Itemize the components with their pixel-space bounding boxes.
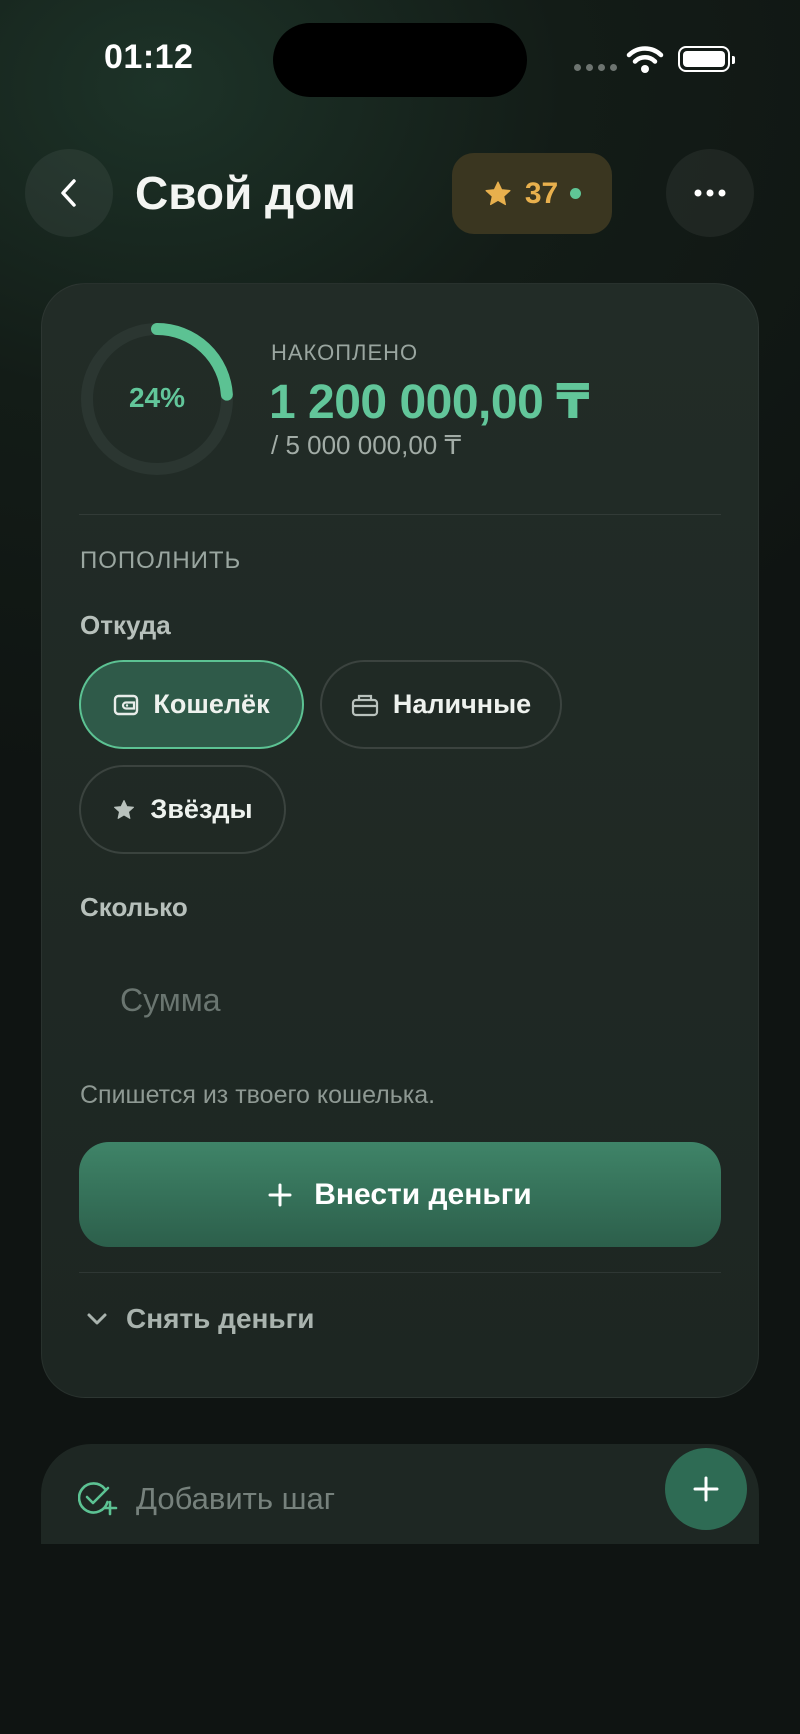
- divider: [79, 1272, 721, 1273]
- page-title: Свой дом: [135, 167, 356, 219]
- stars-badge[interactable]: 37: [452, 153, 612, 234]
- divider: [79, 514, 721, 515]
- saved-amount: 1 200 000,00 ₸: [269, 376, 590, 429]
- source-chip-stars[interactable]: Звёзды: [79, 765, 286, 854]
- wifi-icon: [626, 46, 664, 73]
- star-icon: [485, 181, 511, 205]
- plus-icon: [693, 1476, 719, 1502]
- deposit-button[interactable]: Внести деньги: [79, 1142, 721, 1247]
- add-task-icon: [78, 1482, 118, 1516]
- status-time: 01:12: [104, 38, 194, 76]
- saved-caption: НАКОПЛЕНО: [271, 340, 419, 365]
- chevron-down-icon: [87, 1313, 107, 1325]
- chevron-left-icon: [61, 179, 76, 207]
- plus-icon: [268, 1183, 292, 1206]
- withdraw-label: Снять деньги: [126, 1303, 315, 1334]
- more-button[interactable]: [666, 149, 754, 237]
- more-horizontal-icon: [694, 189, 726, 197]
- deposit-button-label: Внести деньги: [314, 1177, 532, 1211]
- back-button[interactable]: [25, 149, 113, 237]
- status-dot: [570, 188, 582, 199]
- source-chip-cash[interactable]: Наличные: [320, 660, 562, 749]
- source-hint: Спишется из твоего кошелька.: [80, 1081, 436, 1109]
- add-step-input[interactable]: Добавить шаг: [136, 1481, 335, 1517]
- goal-amount: / 5 000 000,00 ₸: [271, 430, 462, 460]
- stars-count: 37: [524, 176, 559, 210]
- source-label: Откуда: [80, 610, 171, 640]
- add-step-button[interactable]: [665, 1448, 747, 1530]
- amount-label: Сколько: [80, 892, 188, 922]
- amount-input[interactable]: [80, 950, 720, 1050]
- source-chip-label: Звёзды: [150, 794, 253, 824]
- dynamic-island: [273, 23, 527, 97]
- source-chip-wallet[interactable]: Кошелёк: [79, 660, 304, 749]
- withdraw-toggle[interactable]: Снять деньги: [86, 1303, 315, 1335]
- star-icon: [114, 799, 135, 819]
- cash-icon: [351, 694, 378, 716]
- battery-icon: [678, 46, 735, 72]
- progress-percent: 24%: [128, 382, 186, 413]
- source-chip-label: Кошелёк: [153, 689, 270, 719]
- wallet-icon: [114, 694, 139, 715]
- source-chip-label: Наличные: [392, 689, 532, 719]
- cellular-signal-icon: [574, 64, 617, 71]
- topup-caption: ПОПОЛНИТЬ: [80, 547, 242, 574]
